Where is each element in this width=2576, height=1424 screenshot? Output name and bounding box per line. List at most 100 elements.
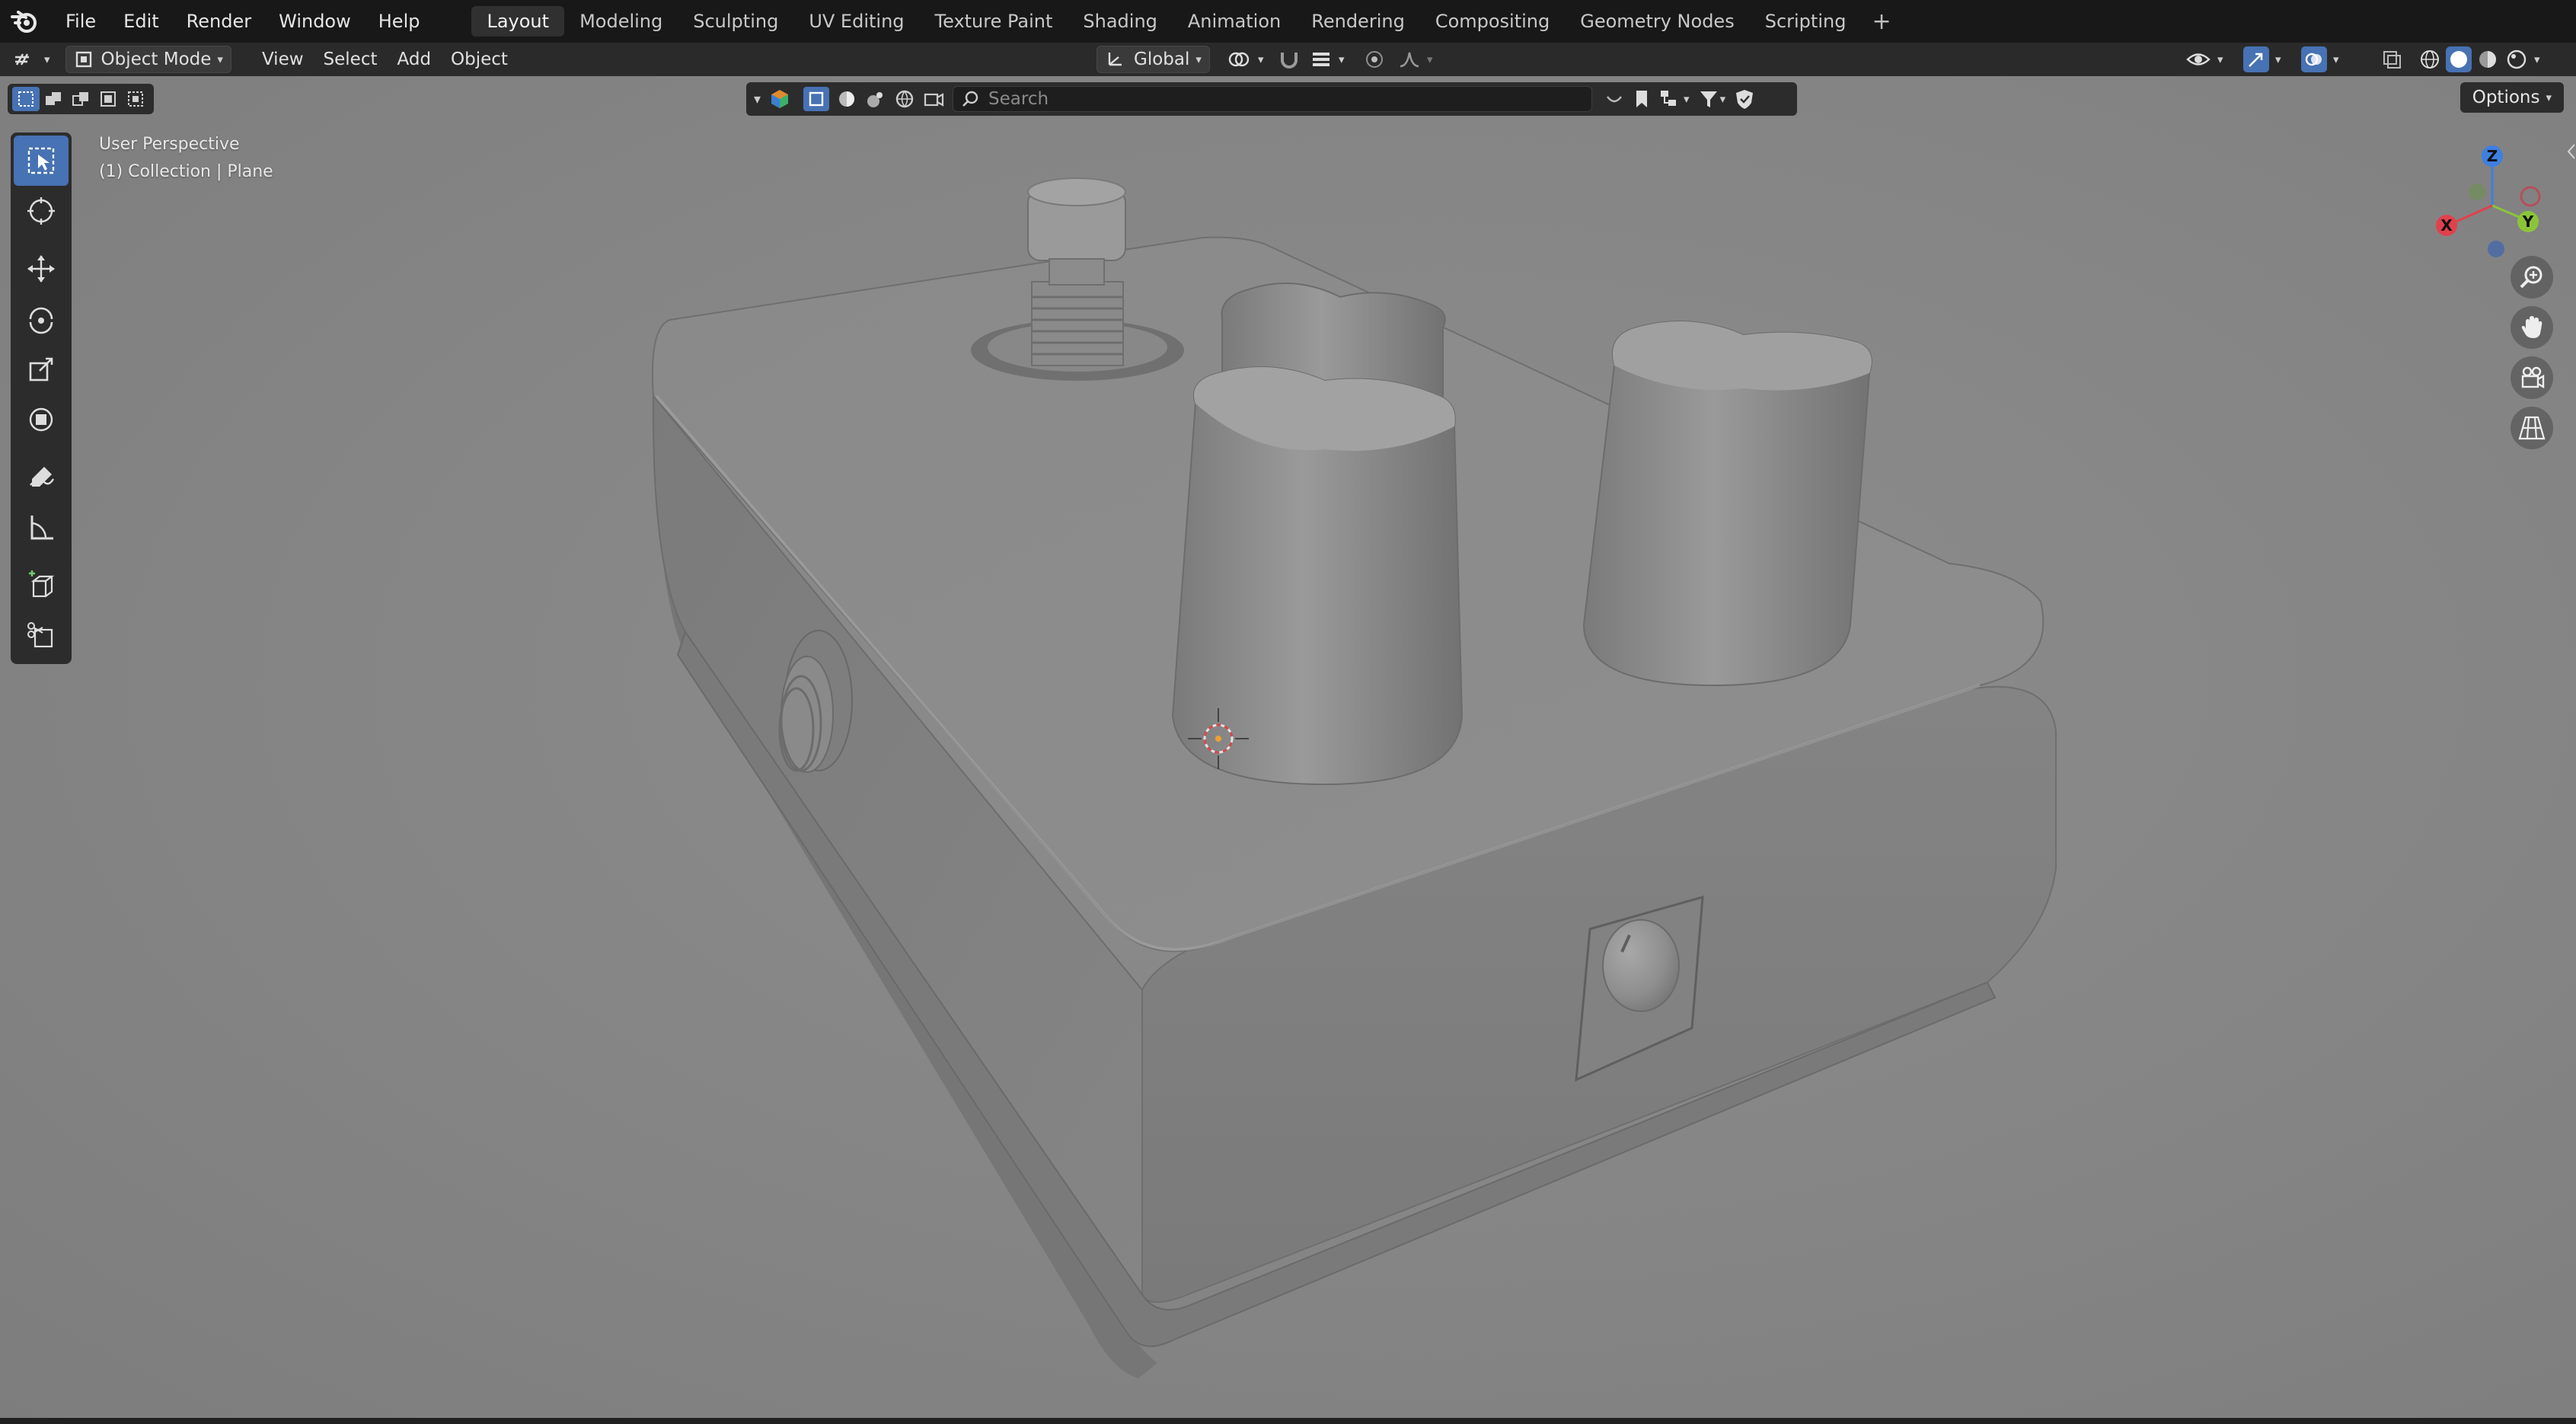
visibility-dropdown[interactable]: ▾ — [2185, 46, 2223, 72]
selection-mode-buttons — [8, 84, 154, 114]
viewport-nav-buttons — [2511, 256, 2553, 449]
menu-help[interactable]: Help — [365, 0, 434, 43]
menu-add[interactable]: Add — [390, 46, 439, 72]
filter-funnel-icon[interactable] — [1697, 88, 1720, 110]
tool-annotate[interactable] — [14, 452, 69, 503]
tool-measure[interactable] — [14, 503, 69, 553]
select-new-button[interactable] — [12, 87, 40, 111]
transform-icon — [29, 407, 53, 432]
shading-wireframe-button[interactable] — [2418, 46, 2441, 72]
menu-edit[interactable]: Edit — [110, 0, 172, 43]
tab-sculpting[interactable]: Sculpting — [678, 6, 793, 37]
add-workspace-button[interactable]: + — [1861, 8, 1901, 35]
search-icon — [962, 91, 978, 107]
shading-rendered-button[interactable] — [2505, 46, 2528, 72]
select-intersect-button[interactable] — [122, 87, 149, 111]
toolbar-separator — [11, 445, 72, 452]
navigation-gizmo[interactable]: Z Y X — [2424, 137, 2561, 274]
menu-select[interactable]: Select — [316, 46, 385, 72]
pan-button[interactable] — [2511, 306, 2553, 349]
falloff-dropdown[interactable]: ▾ — [1398, 46, 1433, 72]
3d-viewport[interactable]: ▾ Search ▾ ▾ Options ▾ User Perspective … — [0, 76, 2576, 1424]
perspective-toggle-button[interactable] — [2511, 407, 2553, 449]
tool-cut[interactable] — [14, 611, 69, 661]
object-mode-dropdown[interactable]: Object Mode ▾ — [65, 46, 231, 73]
shading-options-dropdown[interactable]: ▾ — [2534, 46, 2540, 72]
tab-scripting[interactable]: Scripting — [1750, 6, 1862, 37]
tool-move[interactable] — [14, 244, 69, 294]
xray-toggle[interactable] — [2380, 46, 2403, 72]
select-box-icon — [27, 147, 55, 174]
tab-animation[interactable]: Animation — [1173, 6, 1296, 37]
search-input[interactable]: Search — [953, 86, 1593, 112]
material-sphere-icon — [2479, 51, 2496, 68]
gizmo-toggle[interactable]: ▾ — [2243, 46, 2281, 72]
camera-view-button[interactable] — [2511, 356, 2553, 399]
menu-window[interactable]: Window — [265, 0, 365, 43]
tab-rendering[interactable]: Rendering — [1296, 6, 1420, 37]
shading-solid-button[interactable] — [2446, 46, 2472, 72]
snap-toggle[interactable] — [1276, 46, 1302, 72]
eye-icon — [2186, 53, 2211, 65]
proportional-edit-toggle[interactable] — [1363, 46, 1386, 72]
gizmo-icon — [2243, 46, 2269, 72]
sidebar-toggle-arrow[interactable] — [2565, 142, 2576, 161]
scale-icon — [29, 357, 53, 382]
tab-modeling[interactable]: Modeling — [564, 6, 678, 37]
tab-layout[interactable]: Layout — [471, 6, 565, 37]
viewport-editor-icon — [15, 53, 29, 65]
tab-compositing[interactable]: Compositing — [1420, 6, 1565, 37]
menu-file[interactable]: File — [52, 0, 110, 43]
restrict-toggles-icon[interactable] — [1603, 88, 1626, 110]
cursor-icon — [27, 197, 55, 225]
material-filter-icon[interactable] — [835, 88, 858, 110]
blender-logo-icon[interactable] — [9, 6, 40, 37]
tab-texture-paint[interactable]: Texture Paint — [920, 6, 1068, 37]
tab-shading[interactable]: Shading — [1068, 6, 1173, 37]
select-invert-button[interactable] — [94, 87, 122, 111]
menu-view[interactable]: View — [254, 46, 311, 72]
view-perspective-label: User Perspective — [99, 135, 240, 154]
zoom-button[interactable] — [2511, 256, 2553, 299]
object-filter-button[interactable] — [803, 87, 830, 111]
select-intersect-icon — [128, 91, 143, 107]
select-extend-button[interactable] — [40, 87, 67, 111]
tool-select-box[interactable] — [14, 136, 69, 186]
snap-element-dropdown[interactable]: ▾ — [1310, 46, 1345, 72]
camera-filter-icon[interactable] — [922, 88, 945, 110]
options-dropdown[interactable]: Options ▾ — [2459, 82, 2564, 113]
light-filter-icon[interactable] — [864, 88, 887, 110]
axis-neg-y-icon — [2469, 184, 2485, 200]
select-subtract-button[interactable] — [67, 87, 94, 111]
select-extend-icon — [46, 92, 61, 105]
shield-check-icon[interactable] — [1733, 88, 1756, 110]
tool-add-cube[interactable] — [14, 560, 69, 611]
pan-hand-icon — [2521, 316, 2542, 338]
pivot-point-dropdown[interactable]: ▾ — [1226, 46, 1264, 72]
scene-cube-icon[interactable] — [768, 88, 791, 110]
tab-uv-editing[interactable]: UV Editing — [793, 6, 919, 37]
menu-object[interactable]: Object — [443, 46, 516, 72]
chevron-down-icon: ▾ — [217, 53, 223, 66]
tab-geometry-nodes[interactable]: Geometry Nodes — [1565, 6, 1749, 37]
tool-cursor[interactable] — [14, 186, 69, 236]
xray-icon — [2383, 51, 2401, 69]
object-square-icon — [809, 91, 824, 107]
shading-material-button[interactable] — [2476, 46, 2499, 72]
editor-type-dropdown[interactable]: ▾ — [12, 46, 50, 72]
hierarchy-icon[interactable] — [1658, 88, 1684, 110]
chevron-down-icon[interactable]: ▾ — [754, 91, 761, 107]
transform-orientation-dropdown[interactable]: Global ▾ — [1096, 46, 1210, 73]
tool-rotate[interactable] — [14, 294, 69, 344]
snap-increment-icon — [1313, 53, 1329, 66]
menu-render[interactable]: Render — [173, 0, 265, 43]
overlay-toggle[interactable]: ▾ — [2301, 46, 2339, 72]
measure-icon — [30, 516, 53, 540]
chevron-down-icon: ▾ — [2333, 53, 2339, 66]
tool-transform[interactable] — [14, 394, 69, 445]
tool-scale[interactable] — [14, 344, 69, 394]
bookmark-icon[interactable] — [1632, 88, 1652, 110]
world-filter-icon[interactable] — [893, 88, 916, 110]
workspace-tabs: Layout Modeling Sculpting UV Editing Tex… — [471, 6, 1901, 37]
object-mode-icon — [75, 51, 91, 68]
